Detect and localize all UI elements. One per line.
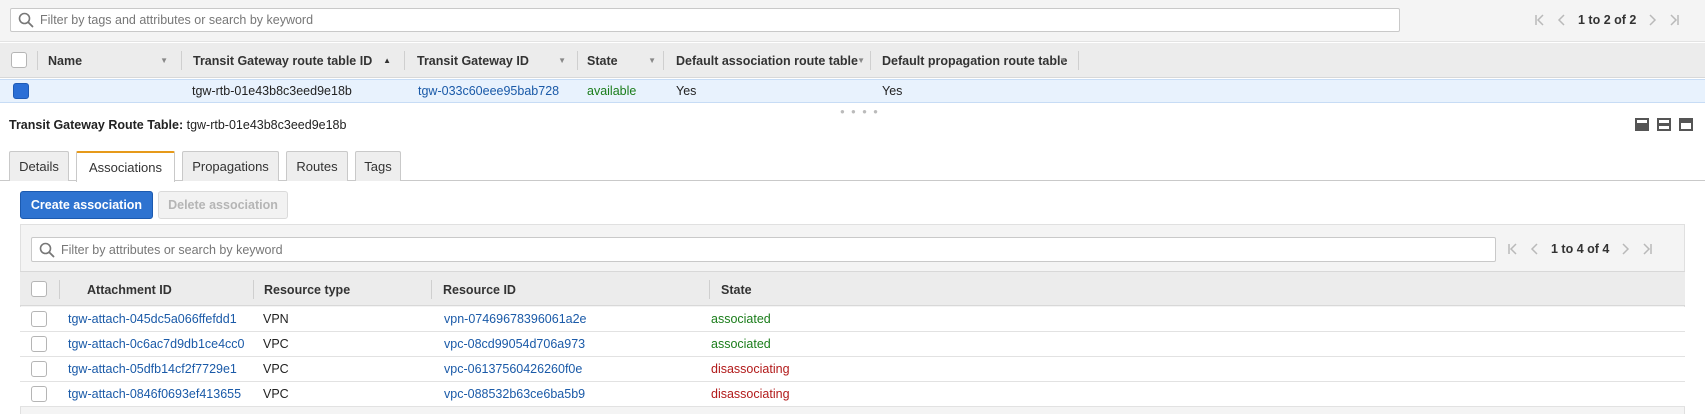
associations-search-box[interactable] — [31, 237, 1496, 262]
column-header-transit-gateway-id[interactable]: Transit Gateway ID ▼ — [405, 43, 578, 78]
detail-tabs: Details Associations Propagations Routes… — [0, 151, 1705, 182]
sort-asc-icon: ▲ — [383, 56, 391, 65]
column-header-state-label: State — [587, 53, 618, 68]
select-all-checkbox[interactable] — [31, 281, 47, 297]
column-header-attachment-id-label: Attachment ID — [87, 282, 172, 297]
table-row[interactable]: tgw-attach-05dfb14cf2f7729e1 VPC vpc-061… — [20, 357, 1685, 382]
next-page-icon[interactable] — [1646, 13, 1658, 27]
attachment-id-link[interactable]: tgw-attach-0c6ac7d9db1ce4cc0 — [68, 337, 245, 351]
select-all-cell — [20, 272, 60, 307]
associations-header: Attachment ID Resource type Resource ID … — [20, 271, 1685, 306]
column-header-resource-type-label: Resource type — [264, 282, 351, 297]
column-header-route-table-id-label: Transit Gateway route table ID — [193, 53, 373, 68]
column-header-route-table-id[interactable]: Transit Gateway route table ID ▲ — [182, 43, 405, 78]
tab-propagations[interactable]: Propagations — [182, 151, 279, 181]
resource-type-cell: VPC — [263, 387, 289, 401]
column-header-state[interactable]: State ▼ — [578, 43, 664, 78]
resource-id-link[interactable]: vpc-08cd99054d706a973 — [444, 337, 585, 351]
create-association-button[interactable]: Create association — [20, 191, 153, 219]
state-cell: disassociating — [711, 387, 790, 401]
top-pagination: 1 to 2 of 2 — [1534, 13, 1680, 27]
sort-caret-icon: ▼ — [1059, 56, 1067, 65]
row-checkbox[interactable] — [31, 386, 47, 402]
resource-type-cell: VPC — [263, 362, 289, 376]
row-checkbox[interactable] — [13, 83, 29, 99]
column-header-resource-id[interactable]: Resource ID — [432, 272, 710, 307]
state-cell: available — [587, 84, 637, 98]
resource-id-link[interactable]: vpn-07469678396061a2e — [444, 312, 587, 326]
top-search-input[interactable] — [40, 13, 1399, 27]
column-header-name[interactable]: Name ▼ — [38, 43, 182, 78]
resource-type-cell: VPN — [263, 312, 289, 326]
tab-associations[interactable]: Associations — [76, 151, 175, 182]
table-row[interactable]: tgw-attach-0846f0693ef413655 VPC vpc-088… — [20, 382, 1685, 407]
column-header-transit-gateway-id-label: Transit Gateway ID — [417, 53, 529, 68]
column-header-default-association-label: Default association route table — [676, 53, 858, 68]
tab-tags[interactable]: Tags — [355, 151, 401, 181]
split-top-view-icon[interactable] — [1679, 118, 1693, 131]
top-search-box[interactable] — [10, 8, 1400, 32]
view-mode-switcher — [1635, 118, 1693, 131]
column-header-state[interactable]: State — [710, 272, 990, 307]
top-filter-bar: 1 to 2 of 2 — [0, 0, 1705, 42]
select-all-cell — [0, 43, 38, 78]
prev-page-icon[interactable] — [1529, 242, 1541, 256]
state-cell: associated — [711, 337, 771, 351]
tab-details[interactable]: Details — [9, 151, 69, 181]
first-page-icon[interactable] — [1534, 13, 1546, 27]
transit-gateway-id-link[interactable]: tgw-033c60eee95bab728 — [418, 84, 559, 98]
column-header-state-label: State — [721, 282, 752, 297]
resource-id-link[interactable]: vpc-06137560426260f0e — [444, 362, 582, 376]
detail-title-value: tgw-rtb-01e43b8c3eed9e18b — [186, 118, 347, 132]
row-checkbox[interactable] — [31, 361, 47, 377]
column-header-default-propagation-label: Default propagation route table — [882, 53, 1068, 68]
column-header-resource-type[interactable]: Resource type — [254, 272, 432, 307]
last-page-icon[interactable] — [1668, 13, 1680, 27]
row-checkbox[interactable] — [31, 311, 47, 327]
resize-handle[interactable]: ● ● ● ● — [840, 107, 880, 116]
prev-page-icon[interactable] — [1556, 13, 1568, 27]
column-header-attachment-id[interactable]: Attachment ID — [60, 272, 254, 307]
last-page-icon[interactable] — [1641, 242, 1653, 256]
attachment-id-link[interactable]: tgw-attach-0846f0693ef413655 — [68, 387, 241, 401]
associations-search-input[interactable] — [61, 242, 1495, 257]
tab-routes[interactable]: Routes — [286, 151, 348, 181]
row-checkbox[interactable] — [31, 336, 47, 352]
state-cell: associated — [711, 312, 771, 326]
search-icon — [39, 242, 55, 257]
sort-caret-icon: ▼ — [857, 56, 865, 65]
resource-id-link[interactable]: vpc-088532b63ce6ba5b9 — [444, 387, 585, 401]
column-header-name-label: Name — [48, 53, 83, 68]
associations-pagination: 1 to 4 of 4 — [1507, 242, 1653, 256]
split-bottom-view-icon[interactable] — [1635, 118, 1649, 131]
column-header-resource-id-label: Resource ID — [443, 282, 516, 297]
state-cell: disassociating — [711, 362, 790, 376]
first-page-icon[interactable] — [1507, 242, 1519, 256]
table-row[interactable]: tgw-attach-0c6ac7d9db1ce4cc0 VPC vpc-08c… — [20, 332, 1685, 357]
default-propagation-cell: Yes — [882, 84, 903, 98]
top-pagination-text: 1 to 2 of 2 — [1578, 13, 1637, 27]
default-association-cell: Yes — [676, 84, 697, 98]
table-row[interactable]: tgw-rtb-01e43b8c3eed9e18b tgw-033c60eee9… — [0, 79, 1705, 103]
associations-pagination-text: 1 to 4 of 4 — [1551, 242, 1610, 256]
next-page-icon[interactable] — [1619, 242, 1631, 256]
sort-caret-icon: ▼ — [558, 56, 566, 65]
split-middle-view-icon[interactable] — [1657, 118, 1671, 131]
route-tables-header: Name ▼ Transit Gateway route table ID ▲ … — [0, 43, 1705, 78]
select-all-checkbox[interactable] — [11, 52, 27, 68]
detail-title-label: Transit Gateway Route Table: — [9, 118, 184, 132]
route-table-id-cell: tgw-rtb-01e43b8c3eed9e18b — [192, 84, 352, 98]
column-header-default-propagation[interactable]: Default propagation route table ▼ — [871, 43, 1079, 78]
table-row[interactable]: tgw-attach-045dc5a066ffefdd1 VPN vpn-074… — [20, 307, 1685, 332]
delete-association-button[interactable]: Delete association — [158, 191, 288, 219]
search-icon — [18, 12, 34, 28]
detail-title: Transit Gateway Route Table: tgw-rtb-01e… — [9, 118, 346, 132]
sort-caret-icon: ▼ — [160, 56, 168, 65]
attachment-id-link[interactable]: tgw-attach-05dfb14cf2f7729e1 — [68, 362, 237, 376]
column-header-default-association[interactable]: Default association route table ▼ — [664, 43, 871, 78]
resource-type-cell: VPC — [263, 337, 289, 351]
attachment-id-link[interactable]: tgw-attach-045dc5a066ffefdd1 — [68, 312, 237, 326]
sort-caret-icon: ▼ — [648, 56, 656, 65]
